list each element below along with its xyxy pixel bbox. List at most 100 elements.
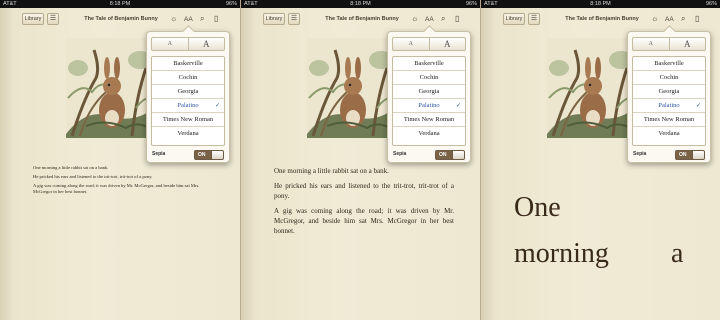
reader-panel: AT&T 8:18 PM 96% Library ☰ The Tale of B… [480, 0, 720, 320]
library-button[interactable]: Library [263, 13, 285, 25]
bookmark-icon[interactable]: ▯ [695, 14, 699, 24]
paragraph-2: He pricked his ears and listened to the … [274, 182, 454, 200]
story-text-large: One morning a [514, 185, 694, 277]
font-option-label: Palatino [418, 102, 440, 109]
font-option-palatino[interactable]: Palatino ✓ [633, 99, 705, 113]
sepia-toggle[interactable]: ON [675, 150, 705, 160]
battery-level: 96% [465, 1, 477, 7]
sepia-toggle-state: ON [439, 152, 447, 158]
font-option-georgia[interactable]: Georgia [152, 85, 224, 99]
sepia-row: Sepia ON [152, 150, 224, 160]
decrease-font-button[interactable]: A [392, 37, 430, 51]
font-option-label: Palatino [177, 102, 199, 109]
story-text-medium: One morning a little rabbit sat on a ban… [274, 166, 454, 241]
library-button[interactable]: Library [503, 13, 525, 25]
font-option-palatino[interactable]: Palatino ✓ [393, 99, 465, 113]
font-option-times-new-roman[interactable]: Times New Roman [152, 113, 224, 127]
font-option-baskerville[interactable]: Baskerville [393, 57, 465, 71]
reader-toolbar: Library ☰ The Tale of Benjamin Bunny ☼ A… [481, 10, 720, 28]
font-option-verdana[interactable]: Verdana [152, 127, 224, 141]
search-icon[interactable]: ⌕ [441, 14, 445, 24]
battery-level: 96% [225, 1, 237, 7]
font-size-control: A A [392, 37, 466, 51]
sepia-row: Sepia ON [393, 150, 465, 160]
reader-panel: AT&T 8:18 PM 96% Library ☰ The Tale of B… [240, 0, 480, 320]
decrease-font-button[interactable]: A [151, 37, 189, 51]
table-of-contents-button[interactable]: ☰ [288, 13, 300, 25]
font-option-palatino[interactable]: Palatino ✓ [152, 99, 224, 113]
sepia-toggle-state: ON [679, 152, 687, 158]
brightness-icon[interactable]: ☼ [170, 14, 177, 24]
reader-panel: AT&T 8:18 PM 96% Library ☰ The Tale of B… [0, 0, 240, 320]
font-option-cochin[interactable]: Cochin [633, 71, 705, 85]
status-bar: AT&T 8:18 PM 96% [241, 0, 480, 8]
sepia-label: Sepia [393, 151, 407, 157]
font-size-icon[interactable]: AA [425, 15, 434, 25]
toggle-knob [452, 151, 464, 159]
increase-font-button[interactable]: A [669, 37, 706, 51]
status-bar: AT&T 8:18 PM 96% [481, 0, 720, 8]
font-settings-popover: A A Baskerville Cochin Georgia Palatino … [146, 31, 230, 163]
paragraph-3: A gig was coming along the road; it was … [274, 207, 454, 235]
word-morning: morning [514, 238, 609, 269]
book-title: The Tale of Benjamin Bunny [84, 16, 158, 22]
font-option-verdana[interactable]: Verdana [393, 127, 465, 141]
brightness-icon[interactable]: ☼ [411, 14, 418, 24]
table-of-contents-button[interactable]: ☰ [528, 13, 540, 25]
paragraph-3: A gig was coming along the road; it was … [33, 183, 200, 194]
search-icon[interactable]: ⌕ [681, 14, 685, 24]
book-title: The Tale of Benjamin Bunny [565, 16, 639, 22]
book-illustration [547, 38, 635, 138]
paragraph-1: One morning a little rabbit sat on a ban… [274, 167, 389, 175]
font-option-georgia[interactable]: Georgia [633, 85, 705, 99]
paragraph-2: He pricked his ears and listened to the … [33, 174, 153, 179]
sepia-toggle[interactable]: ON [194, 150, 224, 160]
font-size-icon[interactable]: AA [184, 15, 193, 25]
font-option-georgia[interactable]: Georgia [393, 85, 465, 99]
font-option-baskerville[interactable]: Baskerville [633, 57, 705, 71]
font-option-label: Palatino [658, 102, 680, 109]
brightness-icon[interactable]: ☼ [651, 14, 658, 24]
sepia-toggle-state: ON [198, 152, 206, 158]
font-size-control: A A [151, 37, 225, 51]
decrease-font-button[interactable]: A [632, 37, 670, 51]
bookmark-icon[interactable]: ▯ [455, 14, 459, 24]
font-option-times-new-roman[interactable]: Times New Roman [633, 113, 705, 127]
table-of-contents-button[interactable]: ☰ [47, 13, 59, 25]
font-settings-popover: A A Baskerville Cochin Georgia Palatino … [627, 31, 711, 163]
word-one: One [514, 192, 561, 223]
increase-font-button[interactable]: A [188, 37, 225, 51]
font-list: Baskerville Cochin Georgia Palatino ✓ Ti… [632, 56, 706, 146]
font-settings-popover: A A Baskerville Cochin Georgia Palatino … [387, 31, 471, 163]
clock: 8:18 PM [350, 1, 371, 7]
library-button[interactable]: Library [22, 13, 44, 25]
font-option-baskerville[interactable]: Baskerville [152, 57, 224, 71]
sepia-toggle[interactable]: ON [435, 150, 465, 160]
paragraph-1: One morning a little rabbit sat on a ban… [33, 165, 109, 170]
font-size-icon[interactable]: AA [665, 15, 674, 25]
font-option-cochin[interactable]: Cochin [393, 71, 465, 85]
clock: 8:18 PM [590, 1, 611, 7]
font-option-verdana[interactable]: Verdana [633, 127, 705, 141]
sepia-label: Sepia [152, 151, 166, 157]
clock: 8:18 PM [109, 1, 131, 7]
font-list: Baskerville Cochin Georgia Palatino ✓ Ti… [151, 56, 225, 146]
word-a: a [671, 238, 684, 269]
checkmark-icon: ✓ [455, 103, 461, 109]
book-illustration [307, 38, 395, 138]
book-illustration [66, 38, 154, 138]
sepia-row: Sepia ON [633, 150, 705, 160]
toggle-knob [692, 151, 704, 159]
font-option-times-new-roman[interactable]: Times New Roman [393, 113, 465, 127]
font-option-cochin[interactable]: Cochin [152, 71, 224, 85]
battery-level: 96% [705, 1, 717, 7]
search-icon[interactable]: ⌕ [200, 14, 204, 24]
bookmark-icon[interactable]: ▯ [214, 14, 218, 24]
toggle-knob [211, 151, 223, 159]
increase-font-button[interactable]: A [429, 37, 466, 51]
checkmark-icon: ✓ [214, 103, 220, 109]
book-title: The Tale of Benjamin Bunny [325, 16, 399, 22]
story-text-small: One morning a little rabbit sat on a ban… [33, 165, 201, 198]
reader-toolbar: Library ☰ The Tale of Benjamin Bunny ☼ A… [0, 10, 240, 28]
font-list: Baskerville Cochin Georgia Palatino ✓ Ti… [392, 56, 466, 146]
